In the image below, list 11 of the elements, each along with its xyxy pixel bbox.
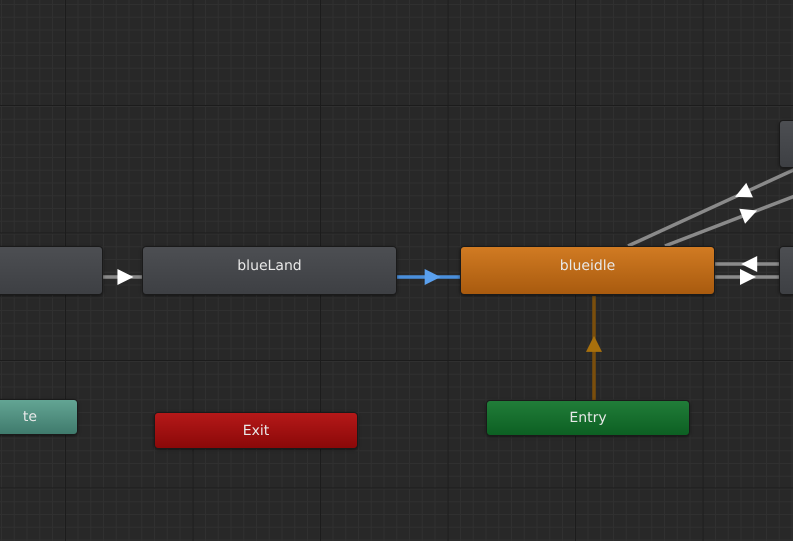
transition-arrow[interactable] <box>397 269 460 285</box>
state-node[interactable]: Entry <box>486 400 690 436</box>
state-node[interactable]: blueidle <box>460 246 715 295</box>
state-node[interactable]: blueLand <box>142 246 397 295</box>
transition-arrow[interactable] <box>715 269 779 285</box>
state-node[interactable] <box>0 246 103 295</box>
transition-arrow[interactable] <box>103 269 142 285</box>
state-node[interactable]: te <box>0 399 78 435</box>
transition-arrow[interactable] <box>715 256 779 272</box>
state-node[interactable]: Exit <box>154 412 358 449</box>
transition-arrow[interactable] <box>664 192 793 248</box>
